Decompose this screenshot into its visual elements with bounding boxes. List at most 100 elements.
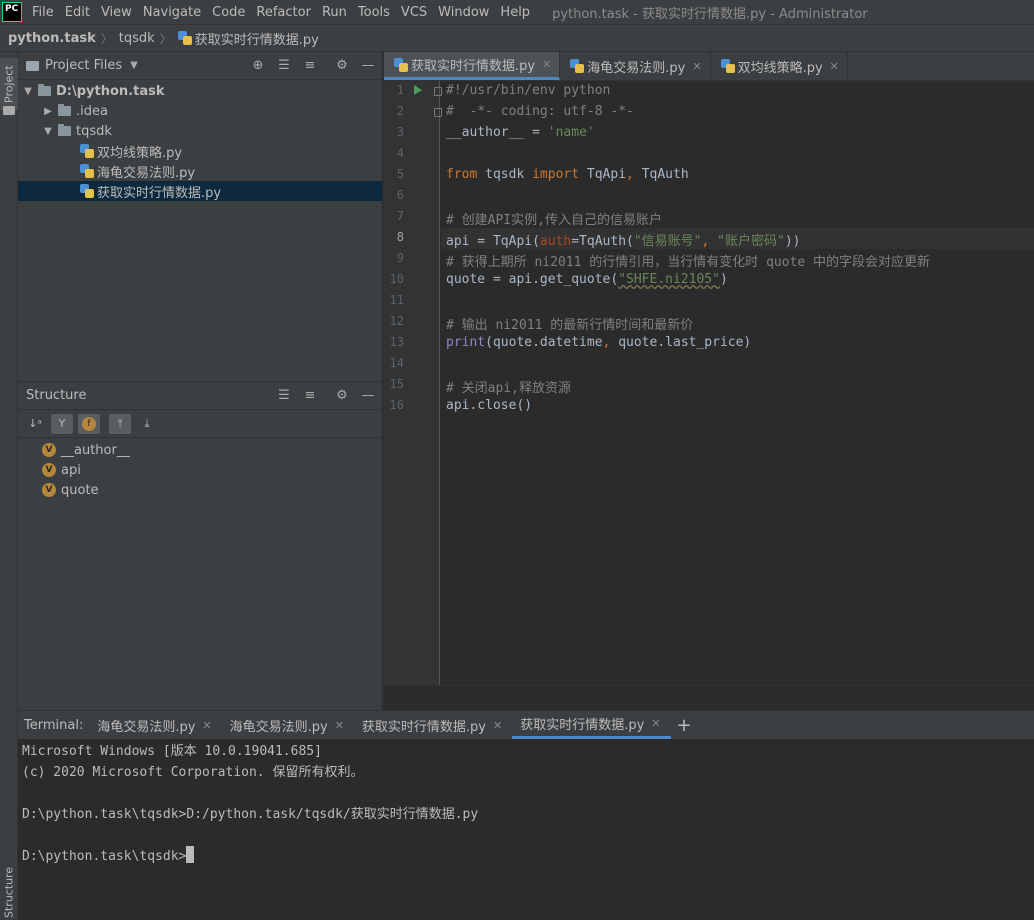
chevron-right-icon: 〉 <box>100 31 113 46</box>
structure-item[interactable]: V quote <box>18 480 382 500</box>
code-token: "SHFE.ni2105" <box>618 272 720 287</box>
menu-code[interactable]: Code <box>212 5 245 20</box>
show-fields-icon[interactable]: f <box>78 413 100 434</box>
terminal-cursor <box>186 846 195 863</box>
tree-item-file-selected[interactable]: 获取实时行情数据.py <box>18 181 382 201</box>
terminal-line: D:\python.task\tqsdk>D:/python.task/tqsd… <box>22 807 479 822</box>
code-line-10[interactable]: quote = api.get_quote("SHFE.ni2105") <box>446 272 728 287</box>
terminal-tab-active[interactable]: 获取实时行情数据.py ✕ <box>512 711 671 739</box>
editor-horizontal-scrollbar[interactable] <box>384 685 1034 710</box>
fold-icon[interactable] <box>434 87 442 96</box>
close-icon[interactable]: ✕ <box>335 719 344 732</box>
expand-all-icon[interactable]: ☰ <box>276 58 292 74</box>
breadcrumb-file[interactable]: 获取实时行情数据.py <box>195 29 319 48</box>
code-token: auth <box>539 234 572 249</box>
locate-file-icon[interactable]: ⊕ <box>250 58 266 74</box>
menu-vcs[interactable]: VCS <box>401 5 427 20</box>
close-icon[interactable]: ✕ <box>830 60 839 73</box>
fold-icon[interactable] <box>434 108 442 117</box>
gear-icon[interactable]: ⚙ <box>334 388 350 404</box>
code-token: quote = api.get_quote( <box>446 272 619 287</box>
code-token: import <box>532 167 580 182</box>
chevron-down-icon[interactable]: ▼ <box>22 86 34 97</box>
tree-item-file[interactable]: 双均线策略.py <box>18 141 382 161</box>
editor-tab-label: 双均线策略.py <box>737 60 823 76</box>
editor-tab-active[interactable]: 获取实时行情数据.py ✕ <box>384 52 561 80</box>
line-number: 12 <box>389 314 404 328</box>
code-line-3[interactable]: __author__ = 'name' <box>446 125 595 140</box>
expand-all-icon[interactable]: ☰ <box>276 388 292 404</box>
tool-tab-structure[interactable]: Structure <box>0 864 18 920</box>
close-icon[interactable]: ✕ <box>493 719 502 732</box>
tree-item-file[interactable]: 海龟交易法则.py <box>18 161 382 181</box>
terminal-tab[interactable]: 海龟交易法则.py ✕ <box>222 711 354 739</box>
sort-alphabetically-icon[interactable]: ↓ᵃ <box>24 414 46 434</box>
close-icon[interactable]: ✕ <box>542 58 551 71</box>
menu-file[interactable]: File <box>32 5 54 20</box>
editor-tab[interactable]: 海龟交易法则.py ✕ <box>560 52 711 80</box>
line-number: 15 <box>389 377 404 391</box>
breadcrumb-folder[interactable]: tqsdk <box>119 31 155 46</box>
code-line-2[interactable]: # -*- coding: utf-8 -*- <box>446 104 634 119</box>
code-line-9[interactable]: # 获得上期所 ni2011 的行情引用，当行情有变化时 quote 中的字段会… <box>446 251 930 270</box>
menu-help[interactable]: Help <box>500 5 530 20</box>
terminal-output[interactable]: Microsoft Windows [版本 10.0.19041.685] (c… <box>18 739 1034 867</box>
menu-refactor[interactable]: Refactor <box>256 5 311 20</box>
collapse-all-icon[interactable]: ≡ <box>302 388 318 404</box>
python-file-icon <box>570 59 585 73</box>
dropdown-arrow-icon[interactable]: ▼ <box>130 60 138 71</box>
structure-item[interactable]: V api <box>18 460 382 480</box>
close-icon[interactable]: ✕ <box>202 719 211 732</box>
gear-icon[interactable]: ⚙ <box>334 58 350 74</box>
editor-tab[interactable]: 双均线策略.py ✕ <box>711 52 848 80</box>
terminal-prompt-line[interactable]: D:\python.task\tqsdk> <box>22 846 1034 867</box>
code-token: quote.last_price) <box>610 335 752 350</box>
python-file-icon <box>80 144 94 158</box>
menu-view[interactable]: View <box>101 5 132 20</box>
python-file-icon <box>720 59 735 73</box>
chevron-down-icon[interactable]: ▼ <box>42 126 54 137</box>
code-token: tqsdk <box>477 167 533 182</box>
collapse-all-icon[interactable]: ≡ <box>302 58 318 74</box>
hide-panel-icon[interactable]: — <box>360 388 376 404</box>
autoscroll-to-source-icon[interactable]: ⤒ <box>109 413 131 434</box>
chevron-right-icon[interactable]: ▶ <box>42 106 54 117</box>
terminal-tab[interactable]: 获取实时行情数据.py ✕ <box>354 711 512 739</box>
close-icon[interactable]: ✕ <box>651 717 660 730</box>
menu-navigate[interactable]: Navigate <box>143 5 201 20</box>
code-line-13[interactable]: print(quote.datetime, quote.last_price) <box>446 335 751 350</box>
add-terminal-button[interactable]: + <box>677 715 692 736</box>
terminal-tab[interactable]: 海龟交易法则.py ✕ <box>89 711 221 739</box>
menu-tools[interactable]: Tools <box>358 5 390 20</box>
tool-tab-project[interactable]: Project <box>0 58 18 110</box>
structure-item[interactable]: V __author__ <box>18 440 382 460</box>
tree-item-label: 海龟交易法则.py <box>97 165 196 181</box>
code-line-7[interactable]: # 创建API实例,传入自己的信易账户 <box>446 209 662 228</box>
menu-run[interactable]: Run <box>322 5 347 20</box>
breadcrumb-project[interactable]: python.task <box>8 31 96 46</box>
project-panel-header: Project Files ▼ ⊕ ☰ ≡ ⚙ — <box>18 52 382 80</box>
menu-edit[interactable]: Edit <box>65 5 90 20</box>
project-view-selector[interactable]: Project Files <box>45 58 122 73</box>
close-icon[interactable]: ✕ <box>692 60 701 73</box>
code-line-15[interactable]: # 关闭api,释放资源 <box>446 377 571 396</box>
code-line-1[interactable]: #!/usr/bin/env python <box>446 83 610 98</box>
tree-item-project-root[interactable]: ▼ D:\python.task <box>18 81 382 101</box>
code-line-8[interactable]: api = TqApi(auth=TqAuth("信易账号", "账户密码")) <box>446 230 800 249</box>
structure-panel-title: Structure <box>26 388 87 403</box>
structure-panel: Structure ☰ ≡ ⚙ — ↓ᵃ Y f ⤒ ⤓ V __author_… <box>18 381 382 710</box>
tree-item-idea[interactable]: ▶ .idea <box>18 101 382 121</box>
code-line-5[interactable]: from tqsdk import TqApi, TqAuth <box>446 167 689 182</box>
code-token: TqApi <box>579 167 627 182</box>
menu-bar: PC File Edit View Navigate Code Refactor… <box>0 0 1034 24</box>
code-line-16[interactable]: api.close() <box>446 398 532 413</box>
run-icon[interactable] <box>414 85 422 95</box>
tree-item-tqsdk[interactable]: ▼ tqsdk <box>18 121 382 141</box>
menu-window[interactable]: Window <box>438 5 489 20</box>
autoscroll-from-source-icon[interactable]: ⤓ <box>136 414 158 434</box>
code-line-12[interactable]: # 输出 ni2011 的最新行情时间和最新价 <box>446 314 693 333</box>
show-inherited-icon[interactable]: Y <box>51 413 73 434</box>
terminal-tab-bar: Terminal: 海龟交易法则.py ✕ 海龟交易法则.py ✕ 获取实时行情… <box>18 711 1034 739</box>
hide-panel-icon[interactable]: — <box>360 58 376 74</box>
